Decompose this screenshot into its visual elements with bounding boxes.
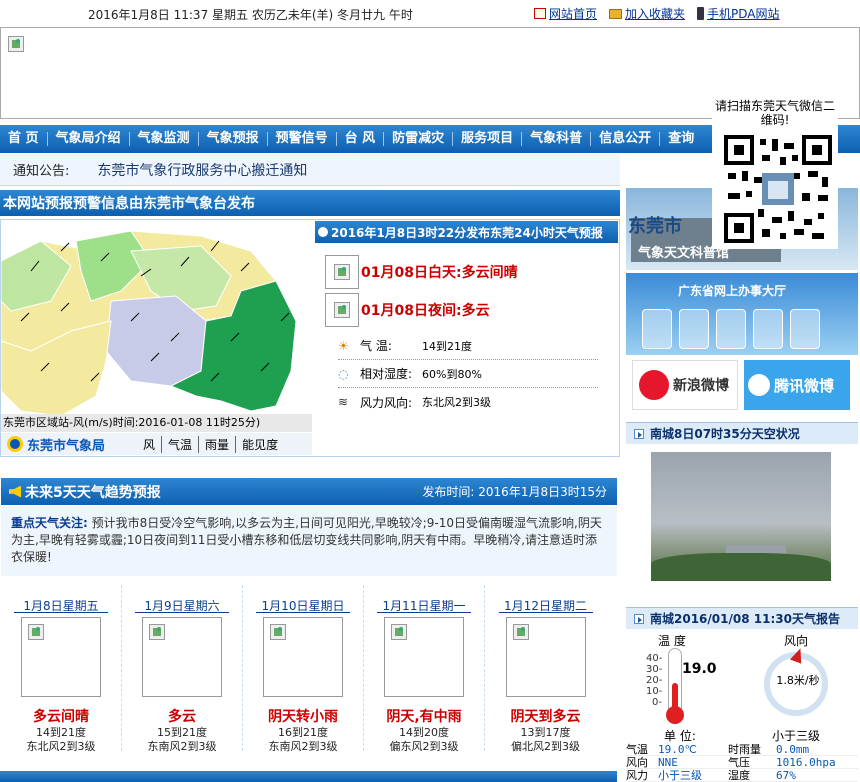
- temp-label: 温 度: [658, 634, 686, 648]
- weather-icon: [505, 617, 586, 697]
- forecast-day-row: 01月08日白天:多云间晴: [325, 255, 518, 289]
- weather-icon: [21, 617, 101, 697]
- date-time: 2016年1月8日 11:37 星期五 农历乙未年(羊) 冬月廿九 午时: [88, 8, 413, 22]
- five-day-forecast: 1月8日星期五 多云间晴 14到21度 东北风2到3级 1月9日星期六 多云 1…: [1, 585, 617, 753]
- wind-speed: 1.8米/秒: [776, 674, 820, 687]
- table-row: 风力 小于三级 湿度 67%: [626, 769, 858, 782]
- bookmark-link[interactable]: 加入收藏夹: [609, 5, 685, 22]
- weather-report-title: 南城2016/01/08 11:30天气报告: [626, 607, 858, 629]
- tab-visibility[interactable]: 能见度: [235, 435, 284, 453]
- trend-header: 未来5天天气趋势预报 发布时间: 2016年1月8日3时15分: [1, 478, 617, 505]
- logo-icon: [7, 436, 23, 452]
- wind-map[interactable]: [0, 221, 312, 432]
- online-office-banner[interactable]: 广东省网上办事大厅: [626, 273, 858, 355]
- sky-condition-title: 南城8日07时35分天空状况: [626, 422, 858, 444]
- sina-weibo-link[interactable]: 新浪微博: [632, 360, 738, 410]
- home-link[interactable]: 网站首页: [534, 5, 597, 22]
- temp-value: 19.0: [682, 661, 717, 677]
- day-card: 1月8日星期五 多云间晴 14到21度 东北风2到3级: [1, 585, 122, 753]
- forecast-night-row: 01月08日夜间:多云: [325, 293, 490, 327]
- tab-rainfall[interactable]: 雨量: [198, 435, 235, 453]
- map-tab-list: 风 气温 雨量 能见度: [137, 435, 284, 453]
- detail-humidity: ◌ 相对湿度: 60%到80%: [338, 360, 598, 388]
- humidity-icon: ◌: [338, 366, 349, 381]
- tencent-weibo-link[interactable]: 腾讯微博: [744, 360, 850, 410]
- summary-label: 重点天气关注:: [11, 516, 88, 530]
- home-icon: [534, 8, 546, 19]
- nav-home[interactable]: 首 页: [0, 132, 48, 146]
- top-bar: 2016年1月8日 11:37 星期五 农历乙未年(羊) 冬月廿九 午时 网站首…: [0, 0, 860, 26]
- wind-compass-icon: 1.8米/秒: [764, 646, 828, 716]
- table-row: 气温 19.0℃ 时雨量 0.0mm: [626, 743, 858, 756]
- nav-about[interactable]: 气象局介绍: [48, 132, 130, 146]
- nav-lightning[interactable]: 防雷减灾: [384, 132, 454, 146]
- forecast-section-title: 本网站预报预警信息由东莞市气象台发布: [0, 190, 620, 216]
- speaker-icon: [9, 485, 21, 498]
- day-card: 1月9日星期六 多云 15到21度 东南风2到3级: [122, 585, 243, 753]
- bureau-logo: 东莞市气象局: [7, 435, 105, 454]
- forecast-day: 01月08日白天:多云间晴: [361, 265, 518, 281]
- weibo-icon: [639, 370, 669, 400]
- wind-level: 小于三级: [772, 729, 821, 743]
- top-links: 网站首页 加入收藏夹 手机PDA网站: [534, 5, 780, 22]
- unit-label: 单 位:: [664, 729, 696, 743]
- table-row: 风向 NNE 气压 1016.0hpa: [626, 756, 858, 769]
- nav-science[interactable]: 气象科普: [522, 132, 592, 146]
- weather-icon: [384, 617, 464, 697]
- trend-publish-time: 发布时间: 2016年1月8日3时15分: [422, 485, 607, 499]
- weather-icon: [325, 255, 359, 289]
- map-caption: 东莞市区域站-风(m/s)时间:2016-01-08 11时25分): [1, 414, 312, 432]
- detail-wind: ≋ 风力风向: 东北风2到3级: [338, 395, 491, 410]
- arrow-icon: [634, 428, 644, 439]
- notice-link[interactable]: 东莞市气象行政服务中心搬迁通知: [97, 160, 307, 180]
- nav-typhoon[interactable]: 台 风: [337, 132, 385, 146]
- phone-icon: [697, 7, 705, 20]
- day-card: 1月12日星期二 阴天到多云 13到17度 偏北风2到3级: [485, 585, 606, 753]
- wechat-qr-panel: 请扫描东莞天气微信二维码!: [712, 99, 838, 249]
- day-card: 1月10日星期日 阴天转小雨 16到21度 东南风2到3级: [243, 585, 364, 753]
- nav-forecast[interactable]: 气象预报: [199, 132, 268, 146]
- bullet-icon: [318, 227, 328, 237]
- wind-icon: ≋: [338, 395, 349, 409]
- trend-title: 未来5天天气趋势预报: [25, 484, 161, 501]
- sky-photo[interactable]: [651, 452, 831, 581]
- summary-text: 预计我市8日受冷空气影响,以多云为主,日间可见阳光,早晚较冷;9-10日受偏南暖…: [11, 516, 602, 564]
- weather-icon: [263, 617, 343, 697]
- mobile-link[interactable]: 手机PDA网站: [697, 5, 780, 22]
- temp-scale: 40- 30- 20- 10- 0-: [646, 653, 663, 708]
- region-map-graphic: [0, 230, 297, 417]
- tab-wind[interactable]: 风: [137, 436, 161, 453]
- observation-table: 气温 19.0℃ 时雨量 0.0mm 风向 NNE 气压 1016.0hpa 风力 小于三…: [626, 743, 858, 782]
- broken-image-icon: [8, 36, 24, 52]
- qr-code-icon[interactable]: [722, 133, 834, 245]
- map-tabs: 东莞市气象局 风 气温 雨量 能见度: [1, 433, 312, 455]
- detail-temperature: ☀ 气 温: 14到21度: [338, 332, 598, 360]
- temperature-icon: ☀: [338, 338, 349, 353]
- weather-icon: [325, 293, 359, 327]
- day-card: 1月11日星期一 阴天,有中雨 14到20度 偏东风2到3级: [364, 585, 485, 753]
- nav-monitoring[interactable]: 气象监测: [130, 132, 199, 146]
- notice-bar: 通知公告: 东莞市气象行政服务中心搬迁通知: [0, 154, 620, 186]
- nav-query[interactable]: 查询: [660, 132, 702, 146]
- section-footer-bar: [0, 771, 617, 782]
- tencent-icon: [748, 374, 770, 396]
- forecast-night: 01月08日夜间:多云: [361, 303, 490, 319]
- nav-disclosure[interactable]: 信息公开: [591, 132, 661, 146]
- arrow-icon: [634, 613, 644, 624]
- trend-summary: 重点天气关注: 预计我市8日受冷空气影响,以多云为主,日间可见阳光,早晚较冷;9…: [1, 506, 617, 576]
- notice-label: 通知公告:: [13, 164, 70, 179]
- forecast24-header: 2016年1月8日3时22分发布东莞24小时天气预报: [315, 221, 618, 243]
- folder-icon: [609, 8, 623, 19]
- tab-temperature[interactable]: 气温: [161, 435, 198, 453]
- nav-services[interactable]: 服务项目: [453, 132, 523, 146]
- weather-icon: [142, 617, 222, 697]
- qr-caption: 请扫描东莞天气微信二维码!: [714, 99, 835, 127]
- nav-warning[interactable]: 预警信号: [268, 132, 337, 146]
